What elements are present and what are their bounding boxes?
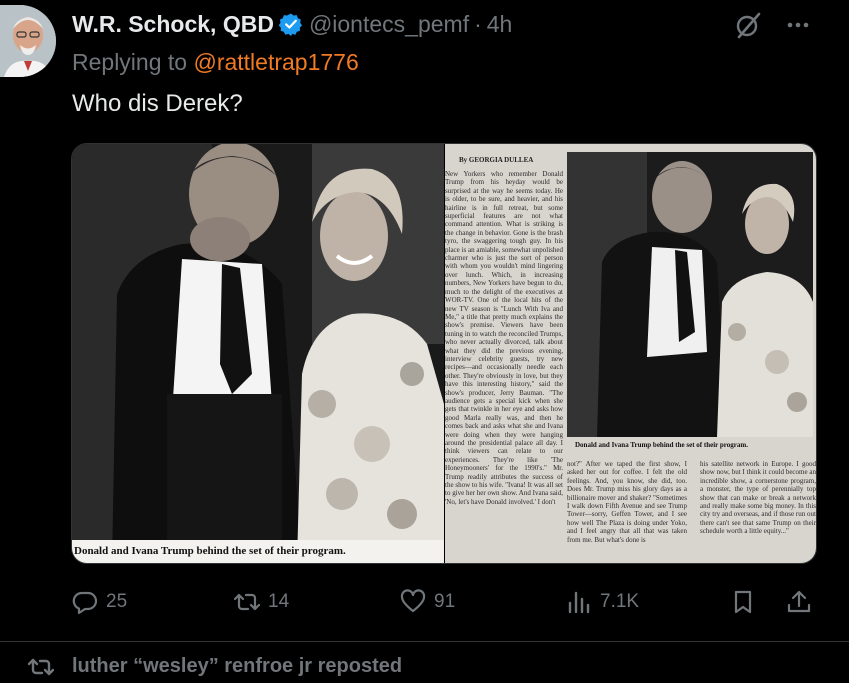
repost-button[interactable]: 14	[234, 582, 289, 622]
article-column-2: not?" After we taped the first show, I a…	[567, 460, 687, 544]
share-icon	[787, 590, 811, 613]
reply-count: 25	[106, 591, 128, 612]
bookmark-button[interactable]	[730, 582, 764, 622]
article-byline: By GEORGIA DULLEA	[459, 156, 534, 164]
repost-label: luther “wesley” renfroe jr reposted	[72, 655, 403, 677]
photo-left[interactable]: Donald and Ivana Trump behind the set of…	[72, 144, 444, 563]
photo-caption-left: Donald and Ivana Trump behind the set of…	[72, 540, 444, 563]
repost-icon	[28, 658, 54, 675]
photo-right[interactable]: By GEORGIA DULLEA New Yorkers who rememb…	[445, 144, 816, 563]
replying-to: Replying to @rattletrap1776	[72, 49, 359, 76]
verified-badge-icon	[278, 13, 303, 36]
like-icon	[400, 589, 426, 613]
timestamp[interactable]: 4h	[487, 11, 513, 38]
more-icon[interactable]	[783, 12, 813, 38]
display-name[interactable]: W.R. Schock, QBD	[72, 11, 274, 38]
repost-icon	[234, 593, 260, 611]
share-button[interactable]	[786, 582, 820, 622]
bookmark-icon	[734, 590, 752, 614]
views-button[interactable]: 7.1K	[566, 582, 639, 622]
divider	[0, 641, 849, 642]
photo-caption-right: Donald and Ivana Trump behind the set of…	[575, 441, 748, 449]
reply-icon	[72, 591, 98, 615]
separator-dot: ·	[474, 10, 482, 37]
article-column-3: his satellite network in Europe. I good …	[700, 460, 816, 536]
avatar[interactable]	[0, 5, 56, 77]
replying-prefix: Replying to	[72, 49, 188, 75]
repost-count: 14	[268, 591, 290, 612]
like-button[interactable]: 91	[400, 582, 455, 622]
action-bar: 25 14 91 7.1K	[72, 582, 817, 622]
views-icon	[568, 591, 590, 614]
tweet-header: W.R. Schock, QBD @iontecs_pemf · 4h	[72, 8, 512, 40]
replying-to-link[interactable]: @rattletrap1776	[193, 49, 358, 75]
user-handle[interactable]: @iontecs_pemf	[309, 11, 469, 38]
tweet-text: Who dis Derek?	[72, 90, 243, 117]
view-count: 7.1K	[600, 591, 640, 612]
reply-button[interactable]: 25	[72, 582, 127, 622]
repost-indicator[interactable]: luther “wesley” renfroe jr reposted	[28, 655, 402, 678]
tweet-media[interactable]: Donald and Ivana Trump behind the set of…	[71, 143, 817, 564]
grok-icon[interactable]	[733, 10, 763, 40]
article-column-1: New Yorkers who remember Donald Trump fr…	[445, 170, 563, 506]
like-count: 91	[434, 591, 456, 612]
